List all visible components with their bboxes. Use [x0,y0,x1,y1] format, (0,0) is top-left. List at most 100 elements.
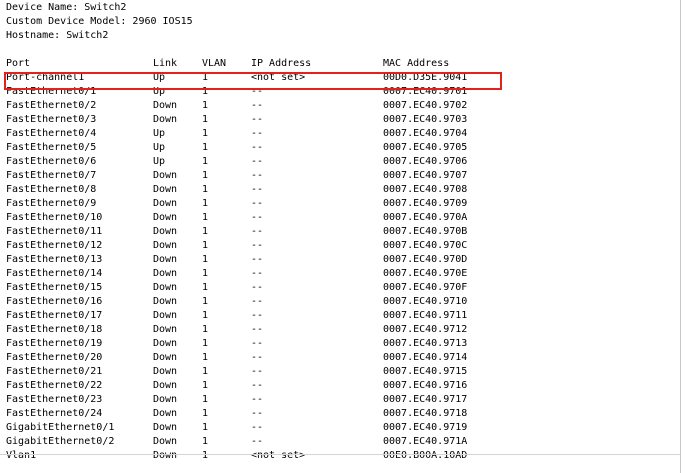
table-row: FastEthernet0/8 Down 1 -- 0007.EC40.9708 [0,183,680,197]
link-status: Down [153,114,178,125]
vlan-id: 1 [202,212,209,223]
port-name: GigabitEthernet0/1 [6,422,115,433]
port-name: FastEthernet0/24 [6,408,103,419]
table-row: FastEthernet0/18 Down 1 -- 0007.EC40.9712 [0,323,680,337]
ip-address: -- [251,310,264,321]
column-header-vlan: VLAN [202,58,227,69]
vlan-id: 1 [202,72,209,83]
link-status: Down [153,408,178,419]
ip-address: -- [251,254,264,265]
ip-address: -- [251,394,264,405]
table-row: FastEthernet0/1 Up 1 -- 0007.EC40.9701 [0,85,680,99]
link-status: Down [153,450,178,461]
vlan-id: 1 [202,422,209,433]
table-row: FastEthernet0/3 Down 1 -- 0007.EC40.9703 [0,113,680,127]
mac-address: 0007.EC40.970D [383,254,468,265]
column-header-port: Port [6,58,31,69]
link-status: Down [153,324,178,335]
column-header-mac-address: MAC Address [383,58,450,69]
column-header-ip-address: IP Address [251,58,312,69]
link-status: Down [153,296,178,307]
port-name: FastEthernet0/22 [6,380,103,391]
mac-address: 0007.EC40.9718 [383,408,468,419]
table-row: FastEthernet0/23 Down 1 -- 0007.EC40.9717 [0,393,680,407]
ip-address: -- [251,296,264,307]
ip-address: -- [251,380,264,391]
table-row: FastEthernet0/19 Down 1 -- 0007.EC40.9713 [0,337,680,351]
port-name: FastEthernet0/16 [6,296,103,307]
link-status: Down [153,380,178,391]
vlan-id: 1 [202,436,209,447]
port-name: FastEthernet0/6 [6,156,97,167]
link-status: Down [153,310,178,321]
port-name: FastEthernet0/2 [6,100,97,111]
port-name: FastEthernet0/14 [6,268,103,279]
vlan-id: 1 [202,324,209,335]
link-status: Down [153,338,178,349]
ip-address: -- [251,366,264,377]
ip-address: -- [251,142,264,153]
vlan-id: 1 [202,450,209,461]
mac-address: 0007.EC40.9702 [383,100,468,111]
ip-address: <not set> [251,450,306,461]
panel-right-border [680,0,681,473]
mac-address: 0007.EC40.9715 [383,366,468,377]
table-row: FastEthernet0/7 Down 1 -- 0007.EC40.9707 [0,169,680,183]
device-model-line: Custom Device Model: 2960 IOS15 [6,16,193,27]
mac-address: 0007.EC40.9701 [383,86,468,97]
vlan-id: 1 [202,156,209,167]
link-status: Down [153,212,178,223]
vlan-id: 1 [202,296,209,307]
table-row: FastEthernet0/17 Down 1 -- 0007.EC40.9711 [0,309,680,323]
vlan-id: 1 [202,114,209,125]
vlan-id: 1 [202,310,209,321]
vlan-id: 1 [202,100,209,111]
ip-address: -- [251,100,264,111]
table-row: GigabitEthernet0/2 Down 1 -- 0007.EC40.971A [0,435,680,449]
mac-address: 0007.EC40.9709 [383,198,468,209]
ip-address: -- [251,198,264,209]
table-row: FastEthernet0/5 Up 1 -- 0007.EC40.9705 [0,141,680,155]
table-row: FastEthernet0/13 Down 1 -- 0007.EC40.970D [0,253,680,267]
table-row: FastEthernet0/2 Down 1 -- 0007.EC40.9702 [0,99,680,113]
link-status: Down [153,198,178,209]
link-status: Down [153,394,178,405]
port-name: Vlan1 [6,450,37,461]
vlan-id: 1 [202,128,209,139]
vlan-id: 1 [202,198,209,209]
port-name: FastEthernet0/10 [6,212,103,223]
port-name: FastEthernet0/8 [6,184,97,195]
link-status: Down [153,268,178,279]
link-status: Down [153,240,178,251]
mac-address: 0007.EC40.970C [383,240,468,251]
column-header-link: Link [153,58,178,69]
mac-address: 00D0.D35E.9041 [383,72,468,83]
link-status: Down [153,366,178,377]
panel-bottom-border [0,454,680,455]
vlan-id: 1 [202,408,209,419]
port-name: FastEthernet0/5 [6,142,97,153]
table-row: FastEthernet0/16 Down 1 -- 0007.EC40.9710 [0,295,680,309]
vlan-id: 1 [202,352,209,363]
vlan-id: 1 [202,394,209,405]
port-name: FastEthernet0/20 [6,352,103,363]
link-status: Up [153,156,166,167]
table-row: FastEthernet0/22 Down 1 -- 0007.EC40.9716 [0,379,680,393]
ip-address: <not set> [251,72,306,83]
mac-address: 0007.EC40.9716 [383,380,468,391]
device-name-line: Device Name: Switch2 [6,2,127,13]
ip-address: -- [251,338,264,349]
mac-address: 0007.EC40.9708 [383,184,468,195]
table-row: FastEthernet0/12 Down 1 -- 0007.EC40.970C [0,239,680,253]
port-table-header: Port Link VLAN IP Address MAC Address [0,57,680,71]
ip-address: -- [251,226,264,237]
table-row: GigabitEthernet0/1 Down 1 -- 0007.EC40.9719 [0,421,680,435]
mac-address: 0007.EC40.971A [383,436,468,447]
port-name: FastEthernet0/23 [6,394,103,405]
link-status: Up [153,128,166,139]
ip-address: -- [251,114,264,125]
mac-address: 0007.EC40.9712 [383,324,468,335]
mac-address: 0007.EC40.9717 [383,394,468,405]
table-row: FastEthernet0/14 Down 1 -- 0007.EC40.970E [0,267,680,281]
ip-address: -- [251,184,264,195]
